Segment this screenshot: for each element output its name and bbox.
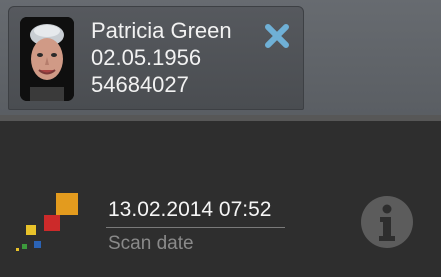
patient-info: Patricia Green 02.05.1956 54684027 [91, 17, 232, 98]
patient-birth-date: 02.05.1956 [91, 45, 202, 70]
patient-id: 54684027 [91, 72, 189, 97]
info-button[interactable] [360, 195, 414, 249]
scan-date-label: Scan date [108, 233, 194, 254]
patient-name: Patricia Green [91, 18, 232, 43]
scan-date-value: 13.02.2014 07:52 [108, 198, 272, 221]
scan-panel: 13.02.2014 07:52 Scan date [0, 121, 441, 277]
scan-date-underline [106, 227, 285, 228]
close-x-icon [265, 24, 289, 48]
info-icon [361, 196, 413, 248]
avatar-photo [20, 17, 74, 101]
close-patient-button[interactable] [264, 23, 290, 49]
patient-avatar [20, 17, 74, 101]
app-logo-icon [16, 193, 78, 251]
patient-card[interactable]: Patricia Green 02.05.1956 54684027 [8, 6, 304, 110]
